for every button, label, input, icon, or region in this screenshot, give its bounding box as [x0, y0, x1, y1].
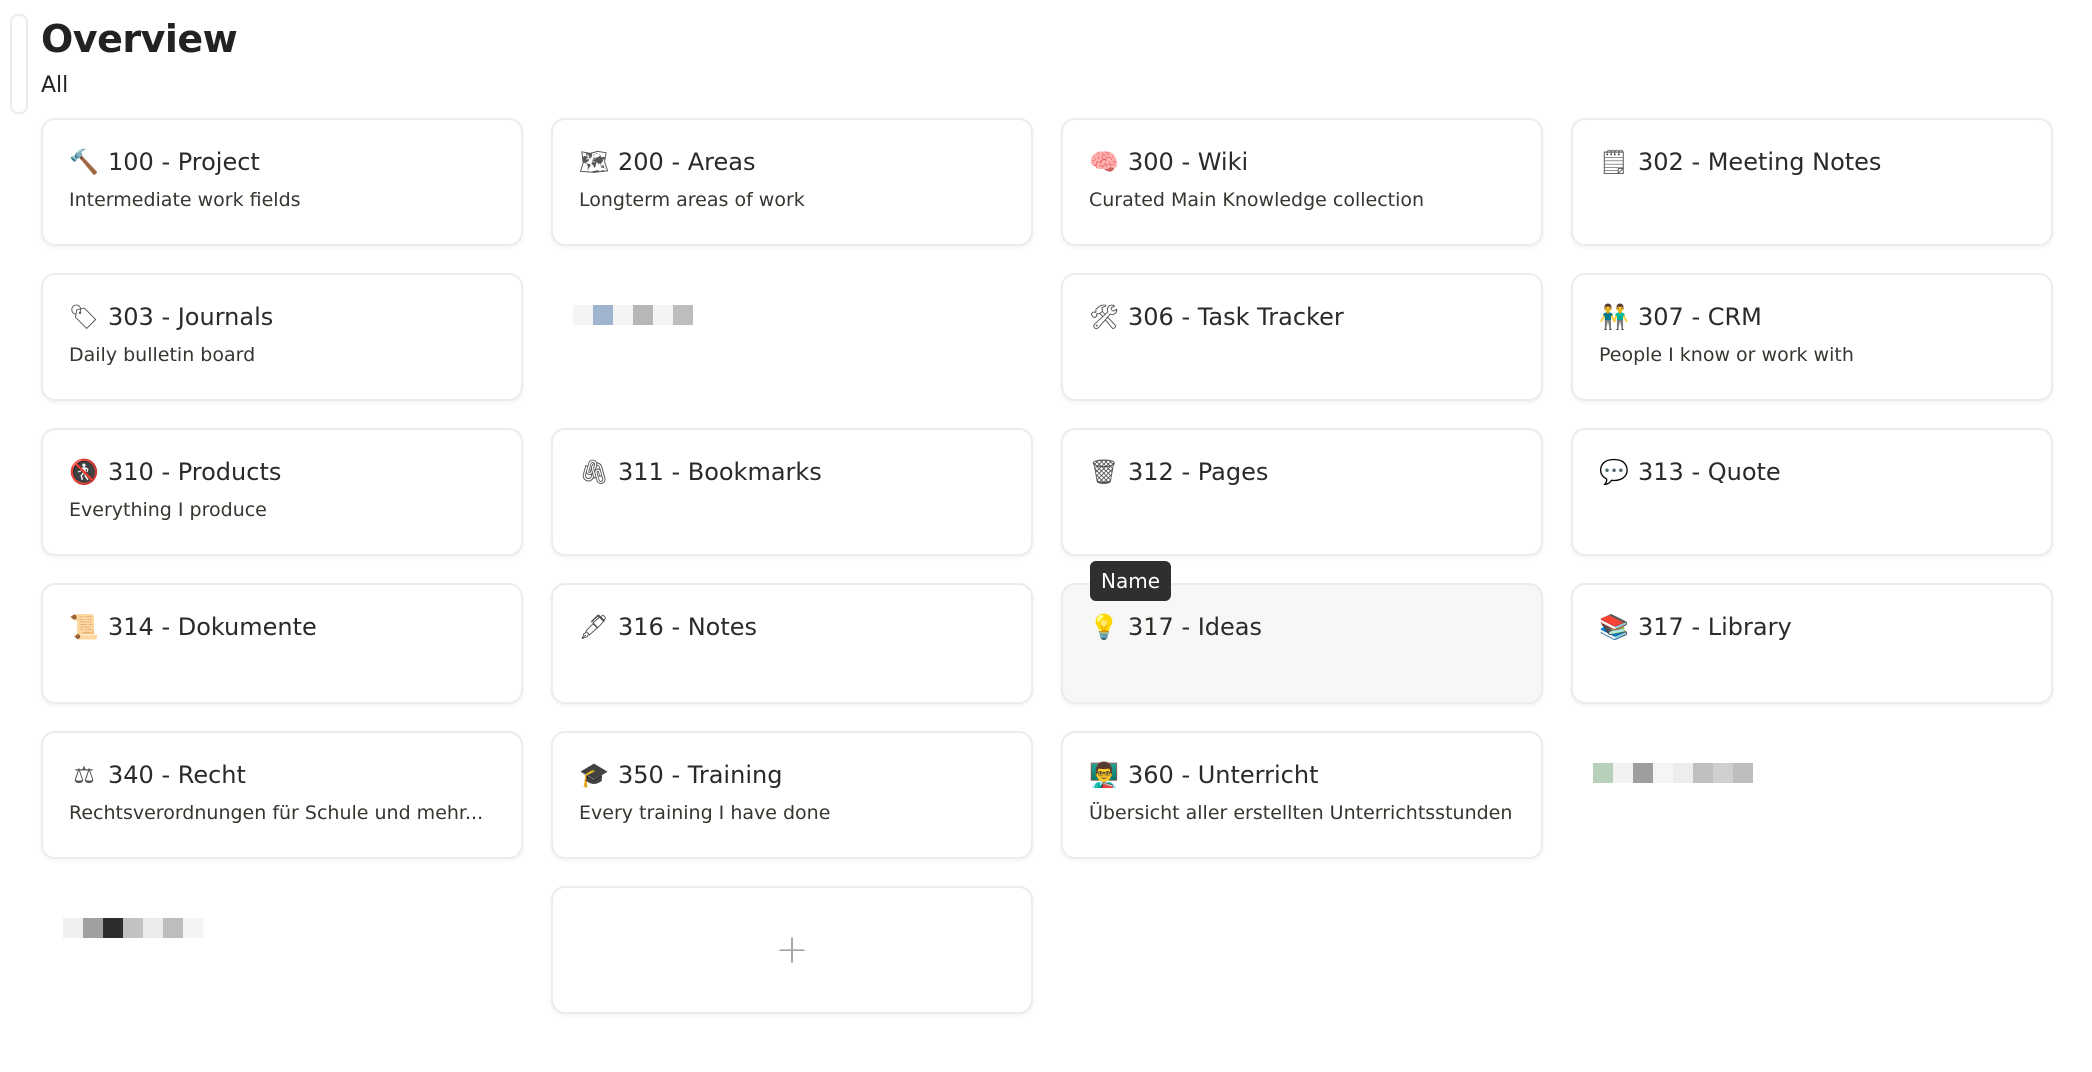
- card-title-row: 🛠 306 - Task Tracker: [1089, 301, 1515, 333]
- card-title: 302 - Meeting Notes: [1638, 148, 1882, 176]
- card-title-row: 🏷 303 - Journals: [69, 301, 495, 333]
- card-title: 316 - Notes: [618, 613, 758, 641]
- card-title-row: 📚 317 - Library: [1599, 611, 2025, 643]
- redacted-content: [1593, 763, 1753, 783]
- card-description: Rechtsverordnungen für Schule und mehr..…: [69, 802, 484, 824]
- hammer-icon: 🔨: [69, 148, 99, 176]
- page-title: Overview: [41, 17, 238, 61]
- light-bulb-icon: 💡: [1089, 613, 1119, 641]
- card-title: 300 - Wiki: [1128, 148, 1249, 176]
- no-pedestrians-icon: 🚷: [69, 458, 99, 486]
- view-drag-handle[interactable]: [10, 14, 28, 114]
- card-description: People I know or work with: [1599, 344, 1854, 366]
- card-title: 311 - Bookmarks: [618, 458, 822, 486]
- books-icon: 📚: [1599, 613, 1629, 641]
- gallery-card-redacted[interactable]: [1571, 731, 2053, 859]
- card-title-row: 🎓 350 - Training: [579, 759, 1005, 791]
- page-header: Overview All: [41, 14, 238, 100]
- label-tag-icon: 🏷: [68, 303, 100, 331]
- plus-icon: +: [775, 927, 809, 973]
- brain-icon: 🧠: [1089, 148, 1119, 176]
- card-title: 307 - CRM: [1638, 303, 1762, 331]
- gallery-card[interactable]: 📚 317 - Library: [1571, 583, 2053, 704]
- gallery-card[interactable]: 👨‍🏫 360 - Unterricht Übersicht aller erste…: [1061, 731, 1543, 859]
- gallery-card[interactable]: 🔨 100 - Project Intermediate work fields: [41, 118, 523, 246]
- gallery-card[interactable]: 👬 307 - CRM People I know or work with: [1571, 273, 2053, 401]
- card-title-row: 📜 314 - Dokumente: [69, 611, 495, 643]
- gallery-card[interactable]: 🗑 312 - Pages: [1061, 428, 1543, 556]
- card-title-row: 👨‍🏫 360 - Unterricht: [1089, 759, 1515, 791]
- card-description: Curated Main Knowledge collection: [1089, 189, 1425, 211]
- card-title: 350 - Training: [618, 761, 783, 789]
- gallery-card[interactable]: 💬 313 - Quote: [1571, 428, 2053, 556]
- card-title-row: 💡 317 - Ideas: [1089, 611, 1515, 643]
- card-title: 317 - Ideas: [1128, 613, 1263, 641]
- map-icon: 🗺: [578, 148, 610, 176]
- card-title: 303 - Journals: [108, 303, 274, 331]
- card-title: 314 - Dokumente: [108, 613, 317, 641]
- gallery-card[interactable]: 🖋 316 - Notes: [551, 583, 1033, 704]
- card-title: 306 - Task Tracker: [1128, 303, 1344, 331]
- card-title-row: 👬 307 - CRM: [1599, 301, 2025, 333]
- card-title-row: 🗒 302 - Meeting Notes: [1599, 146, 2025, 178]
- gallery-card[interactable]: 📜 314 - Dokumente: [41, 583, 523, 704]
- redacted-content: [63, 918, 203, 938]
- fountain-pen-icon: 🖋: [578, 613, 610, 641]
- card-title: 312 - Pages: [1128, 458, 1269, 486]
- people-holding-hands-icon: 👬: [1599, 303, 1629, 331]
- card-title: 340 - Recht: [108, 761, 246, 789]
- teacher-icon: 👨‍🏫: [1089, 761, 1119, 789]
- gallery-view: 🔨 100 - Project Intermediate work fields 🗺 2…: [41, 118, 2053, 1014]
- graduation-cap-icon: 🎓: [579, 761, 609, 789]
- card-description: Every training I have done: [579, 802, 831, 824]
- wastebasket-icon: 🗑: [1088, 458, 1120, 486]
- redacted-content: [573, 305, 693, 325]
- gallery-card-redacted[interactable]: [41, 886, 523, 1014]
- card-title: 313 - Quote: [1638, 458, 1781, 486]
- gallery-card[interactable]: 🗒 302 - Meeting Notes: [1571, 118, 2053, 246]
- card-title-row: ⚖ 340 - Recht: [69, 759, 495, 791]
- card-title: 100 - Project: [108, 148, 260, 176]
- gallery-card[interactable]: 🚷 310 - Products Everything I produce: [41, 428, 523, 556]
- card-description: Intermediate work fields: [69, 189, 301, 211]
- card-title: 360 - Unterricht: [1128, 761, 1319, 789]
- gallery-card[interactable]: 🖇 311 - Bookmarks: [551, 428, 1033, 556]
- scroll-icon: 📜: [69, 613, 99, 641]
- paperclips-icon: 🖇: [578, 458, 610, 486]
- card-title-row: 🔨 100 - Project: [69, 146, 495, 178]
- card-title-row: 🗑 312 - Pages: [1089, 456, 1515, 488]
- gallery-card[interactable]: ⚖ 340 - Recht Rechtsverordnungen für Schul…: [41, 731, 523, 859]
- name-tooltip: Name: [1090, 561, 1172, 601]
- card-title-row: 🖋 316 - Notes: [579, 611, 1005, 643]
- gallery-card[interactable]: 🛠 306 - Task Tracker: [1061, 273, 1543, 401]
- view-tab-all[interactable]: All: [41, 72, 237, 100]
- card-title: 310 - Products: [108, 458, 282, 486]
- card-title-row: 🚷 310 - Products: [69, 456, 495, 488]
- balance-scale-icon: ⚖: [73, 761, 95, 789]
- spiral-notepad-icon: 🗒: [1598, 148, 1630, 176]
- card-title-row: 🗺 200 - Areas: [579, 146, 1005, 178]
- card-title-row: 💬 313 - Quote: [1599, 456, 2025, 488]
- gallery-card[interactable]: 🏷 303 - Journals Daily bulletin board: [41, 273, 523, 401]
- card-title: 200 - Areas: [618, 148, 756, 176]
- card-description: Daily bulletin board: [69, 344, 256, 366]
- card-description: Longterm areas of work: [579, 189, 805, 211]
- gallery-card[interactable]: 🧠 300 - Wiki Curated Main Knowledge collec…: [1061, 118, 1543, 246]
- speech-balloon-icon: 💬: [1599, 458, 1629, 486]
- card-description: Everything I produce: [69, 499, 267, 521]
- gallery-card[interactable]: 🗺 200 - Areas Longterm areas of work: [551, 118, 1033, 246]
- add-card-button[interactable]: +: [551, 886, 1033, 1014]
- card-title-row: 🧠 300 - Wiki: [1089, 146, 1515, 178]
- gallery-card[interactable]: 💡 317 - Ideas: [1061, 583, 1543, 704]
- gallery-card[interactable]: 🎓 350 - Training Every training I have don…: [551, 731, 1033, 859]
- card-description: Übersicht aller erstellten Unterrichtsst…: [1089, 802, 1513, 824]
- card-title: 317 - Library: [1638, 613, 1792, 641]
- card-title-row: 🖇 311 - Bookmarks: [579, 456, 1005, 488]
- gallery-card-redacted[interactable]: [551, 273, 1033, 401]
- hammer-and-wrench-icon: 🛠: [1088, 303, 1120, 331]
